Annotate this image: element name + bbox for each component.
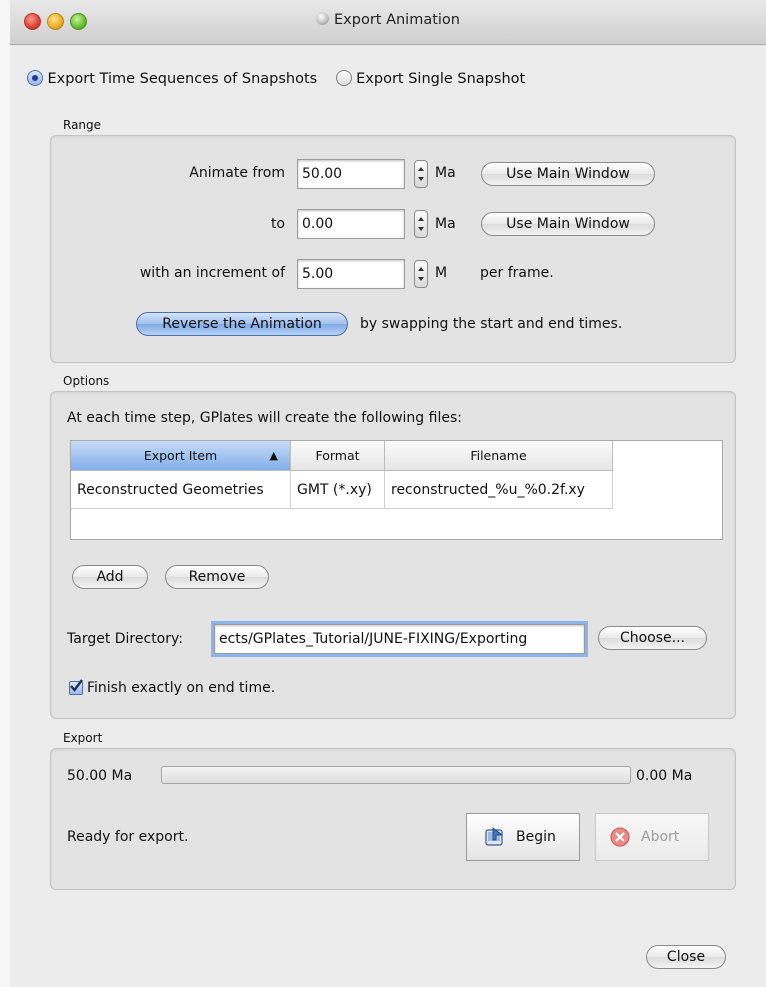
column-header-format[interactable]: Format	[291, 441, 385, 471]
sequence-radio-option[interactable]: Export Time Sequences of Snapshots	[27, 70, 322, 87]
choose-directory-button[interactable]: Choose...	[598, 626, 707, 650]
export-status-text: Ready for export.	[67, 829, 189, 845]
from-time-input[interactable]	[297, 159, 405, 189]
sort-ascending-icon: ▲	[269, 449, 278, 462]
title-bar: Export Animation	[10, 0, 766, 45]
to-use-main-window-button[interactable]: Use Main Window	[481, 212, 655, 236]
table-cell-export-item[interactable]: Reconstructed Geometries	[71, 471, 291, 509]
increment-unit-label: M	[435, 265, 448, 281]
desktop-edge	[0, 0, 10, 987]
sequence-radio[interactable]	[27, 70, 43, 86]
remove-button[interactable]: Remove	[165, 565, 269, 589]
window-title-wrap: Export Animation	[10, 12, 766, 28]
app-icon	[316, 12, 329, 25]
reverse-animation-button[interactable]: Reverse the Animation	[136, 312, 348, 336]
to-time-input[interactable]	[297, 209, 405, 239]
per-frame-label: per frame.	[480, 265, 554, 281]
begin-export-label: Begin	[516, 829, 556, 845]
export-section-label: Export	[63, 731, 103, 745]
mode-selector: Export Time Sequences of Snapshots Expor…	[27, 70, 525, 87]
from-use-main-window-button[interactable]: Use Main Window	[481, 162, 655, 186]
finish-on-end-label[interactable]: Finish exactly on end time.	[87, 680, 275, 696]
increment-input[interactable]	[297, 259, 405, 289]
range-section-label: Range	[63, 118, 102, 132]
single-radio-option[interactable]: Export Single Snapshot	[335, 70, 525, 87]
abort-export-label: Abort	[641, 829, 680, 845]
add-button[interactable]: Add	[72, 565, 148, 589]
checkmark-icon	[70, 679, 83, 692]
options-intro-text: At each time step, GPlates will create t…	[67, 410, 462, 426]
to-label: to	[270, 216, 285, 232]
target-directory-label: Target Directory:	[67, 631, 183, 647]
increment-label: with an increment of	[139, 265, 285, 281]
finish-on-end-checkbox[interactable]	[69, 679, 83, 695]
begin-export-button[interactable]: Begin	[466, 813, 580, 861]
table-cell-filename[interactable]: reconstructed_%u_%0.2f.xy	[385, 471, 613, 509]
progress-start-label: 50.00 Ma	[67, 768, 133, 784]
reverse-note: by swapping the start and end times.	[360, 316, 623, 332]
close-dialog-button[interactable]: Close	[646, 945, 726, 969]
sequence-radio-label[interactable]: Export Time Sequences of Snapshots	[47, 71, 317, 87]
to-unit-label: Ma	[435, 216, 456, 232]
increment-spinner[interactable]	[414, 260, 428, 288]
from-unit-label: Ma	[435, 165, 456, 181]
column-header-export-item[interactable]: Export Item ▲	[71, 441, 291, 471]
export-progress-bar	[161, 766, 631, 784]
export-begin-icon	[485, 827, 504, 846]
column-header-export-item-label: Export Item	[143, 448, 218, 463]
export-animation-window: Export Animation Export Time Sequences o…	[10, 0, 766, 987]
single-radio-label[interactable]: Export Single Snapshot	[356, 71, 525, 87]
single-radio[interactable]	[335, 70, 352, 86]
table-cell-format[interactable]: GMT (*.xy)	[291, 471, 385, 509]
animate-from-label: Animate from	[189, 165, 285, 181]
target-directory-input[interactable]	[214, 624, 585, 654]
export-items-table: Export Item ▲ Format Filename Reconstruc…	[70, 440, 723, 540]
from-time-spinner[interactable]	[414, 160, 428, 188]
abort-export-button[interactable]: Abort	[595, 813, 709, 861]
progress-end-label: 0.00 Ma	[636, 768, 693, 784]
abort-icon	[610, 827, 630, 847]
window-title: Export Animation	[334, 12, 460, 28]
column-header-filename[interactable]: Filename	[385, 441, 613, 471]
options-section-label: Options	[63, 374, 110, 388]
to-time-spinner[interactable]	[414, 210, 428, 238]
